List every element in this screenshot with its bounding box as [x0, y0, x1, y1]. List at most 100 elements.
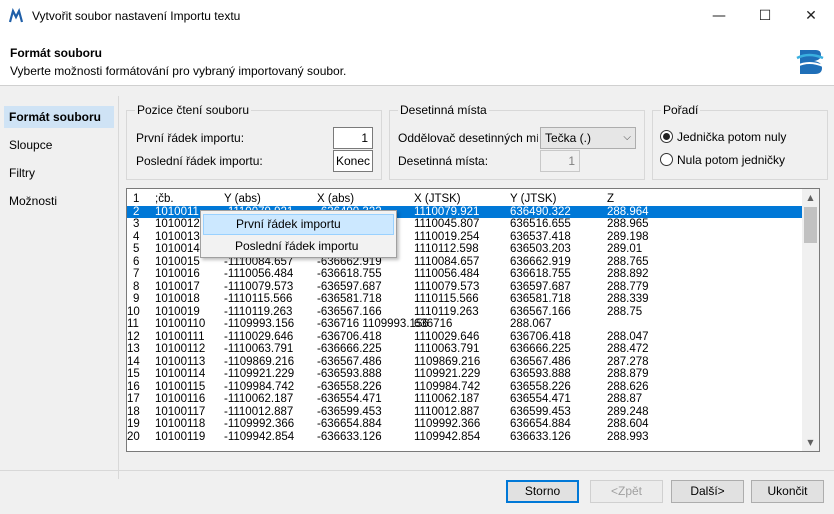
- row-number: 11: [127, 318, 139, 330]
- table-cell: 1109992.366: [414, 418, 481, 430]
- table-cell: 1010014: [155, 243, 200, 255]
- back-button[interactable]: <Zpět: [590, 480, 663, 503]
- table-row[interactable]: 19 10100118 -1109992.366 -636654.884 1109992…: [127, 418, 803, 430]
- table-cell: 1109942.854: [414, 430, 481, 443]
- table-cell: -1110063.791: [224, 343, 294, 355]
- maximize-button[interactable]: ☐: [742, 0, 788, 32]
- scroll-thumb[interactable]: [804, 207, 817, 243]
- table-cell: Y (JTSK): [510, 193, 557, 205]
- table-row[interactable]: 9 1010018 -1110115.566 -636581.718 1110115.5…: [127, 293, 803, 305]
- table-cell: 288.965: [607, 218, 649, 230]
- table-cell: -636567.166: [317, 305, 382, 318]
- order-option1-radio[interactable]: [660, 130, 673, 143]
- first-row-label: První řádek importu:: [136, 131, 245, 145]
- table-cell: -636666.225: [317, 343, 382, 355]
- separator-select[interactable]: Tečka (.) ⌵: [540, 127, 636, 149]
- sidebar-divider: [118, 96, 119, 479]
- table-row[interactable]: 13 10100112 -1110063.791 -636666.225 1110063…: [127, 343, 803, 355]
- table-row[interactable]: 11 10100110 -1109993.156 -636716 1109993.15…: [127, 318, 803, 330]
- table-cell: 10100115: [155, 380, 206, 393]
- first-row-input[interactable]: 1: [333, 127, 373, 149]
- table-cell: 636581.718: [510, 293, 571, 305]
- table-cell: 289.198: [607, 230, 649, 243]
- decimals-title: Desetinná místa: [398, 103, 489, 117]
- table-row[interactable]: 12 10100111 -1110029.646 -636706.418 1110029…: [127, 331, 803, 343]
- menu-item-first-row[interactable]: První řádek importu: [203, 214, 394, 235]
- order-option1-label[interactable]: Jednička potom nuly: [677, 130, 786, 144]
- scroll-up-icon[interactable]: ▲: [802, 189, 819, 206]
- preview-scrollbar[interactable]: ▲ ▼: [802, 189, 819, 451]
- row-number: 3: [133, 218, 140, 230]
- table-cell: 636558.226: [510, 380, 571, 393]
- finish-button[interactable]: Ukončit: [751, 480, 824, 503]
- table-cell: -636618.755: [317, 268, 382, 280]
- table-cell: 636716: [414, 318, 453, 330]
- chevron-down-icon: ⌵: [623, 132, 631, 143]
- table-row[interactable]: 14 10100113 -1109869.216 -636567.486 1109869…: [127, 356, 803, 368]
- table-row[interactable]: 8 1010017 -1110079.573 -636597.687 1110079.5…: [127, 281, 803, 293]
- table-row[interactable]: 1 ;čb. Y (abs) X (abs) X (JTSK) Y (JTSK) Z: [127, 193, 803, 205]
- table-cell: 288.993: [607, 430, 649, 443]
- table-row[interactable]: 16 10100115 -1109984.742 -636558.226 1109984…: [127, 381, 803, 393]
- table-cell: 1110084.657: [414, 255, 480, 268]
- row-number: 5: [133, 243, 140, 255]
- sidebar-item-format[interactable]: Formát souboru: [4, 106, 114, 128]
- menu-item-last-row[interactable]: Poslední řádek importu: [203, 236, 394, 257]
- table-cell: -1109869.216: [224, 355, 295, 368]
- table-cell: -1109992.366: [224, 418, 295, 430]
- table-cell: -636554.471: [317, 393, 382, 405]
- table-cell: -636567.486: [317, 355, 382, 368]
- table-cell: -1110029.646: [224, 330, 294, 343]
- table-cell: 289.248: [607, 405, 649, 418]
- close-button[interactable]: ✕: [788, 0, 834, 32]
- table-cell: 1010018: [155, 293, 200, 305]
- table-cell: 636706.418: [510, 330, 571, 343]
- table-cell: -1110012.887: [224, 405, 294, 418]
- scroll-down-icon[interactable]: ▼: [802, 434, 819, 451]
- last-row-input[interactable]: Konec: [333, 150, 373, 172]
- sidebar-item-filters[interactable]: Filtry: [4, 162, 114, 184]
- minimize-button[interactable]: —: [696, 0, 742, 32]
- row-number: 9: [133, 293, 140, 305]
- table-cell: 289.01: [607, 243, 643, 255]
- table-cell: 1110062.187: [414, 393, 480, 405]
- table-cell: 1010016: [155, 268, 200, 280]
- table-cell: 287.278: [607, 355, 649, 368]
- row-number: 8: [133, 280, 140, 293]
- table-cell: 288.765: [607, 255, 649, 268]
- order-title: Pořadí: [661, 103, 701, 117]
- order-option2-label[interactable]: Nula potom jedničky: [677, 153, 785, 167]
- table-cell: 288.339: [607, 293, 649, 305]
- table-cell: 10100112: [155, 343, 206, 355]
- table-row[interactable]: 7 1010016 -1110056.484 -636618.755 1110056.4…: [127, 268, 803, 280]
- table-row[interactable]: 15 10100114 -1109921.229 -636593.888 1109921…: [127, 368, 803, 380]
- sidebar-item-columns[interactable]: Sloupce: [4, 134, 114, 156]
- order-option2-radio[interactable]: [660, 153, 673, 166]
- decimal-places-input[interactable]: 1: [540, 150, 580, 172]
- table-cell: 288.75: [607, 305, 643, 318]
- table-cell: 636490.322: [510, 205, 571, 218]
- table-cell: X (JTSK): [414, 193, 461, 205]
- row-number: 19: [127, 418, 140, 430]
- table-cell: 636597.687: [510, 280, 571, 293]
- table-cell: 288.892: [607, 268, 649, 280]
- table-cell: -1110056.484: [224, 268, 294, 280]
- table-cell: 636567.486: [510, 355, 571, 368]
- table-cell: -1109984.742: [224, 380, 295, 393]
- table-cell: 636516.655: [510, 218, 571, 230]
- table-cell: 636554.471: [510, 393, 571, 405]
- table-cell: 10100114: [155, 368, 206, 380]
- table-row[interactable]: 20 10100119 -1109942.854 -636633.126 1109942…: [127, 431, 803, 443]
- table-cell: 636567.166: [510, 305, 571, 318]
- table-row[interactable]: 18 10100117 -1110012.887 -636599.453 1110012…: [127, 406, 803, 418]
- sidebar-item-options[interactable]: Možnosti: [4, 190, 114, 212]
- table-cell: 10100111: [155, 330, 205, 343]
- next-button[interactable]: Další>: [671, 480, 744, 503]
- table-cell: 288.047: [607, 330, 649, 343]
- cancel-button[interactable]: Storno: [506, 480, 579, 503]
- table-row[interactable]: 10 1010019 -1110119.263 -636567.166 1110119.…: [127, 306, 803, 318]
- table-row[interactable]: 17 10100116 -1110062.187 -636554.471 1110062…: [127, 393, 803, 405]
- table-cell: 636662.919: [510, 255, 571, 268]
- row-number: 10: [127, 305, 140, 318]
- table-cell: 1110063.791: [414, 343, 480, 355]
